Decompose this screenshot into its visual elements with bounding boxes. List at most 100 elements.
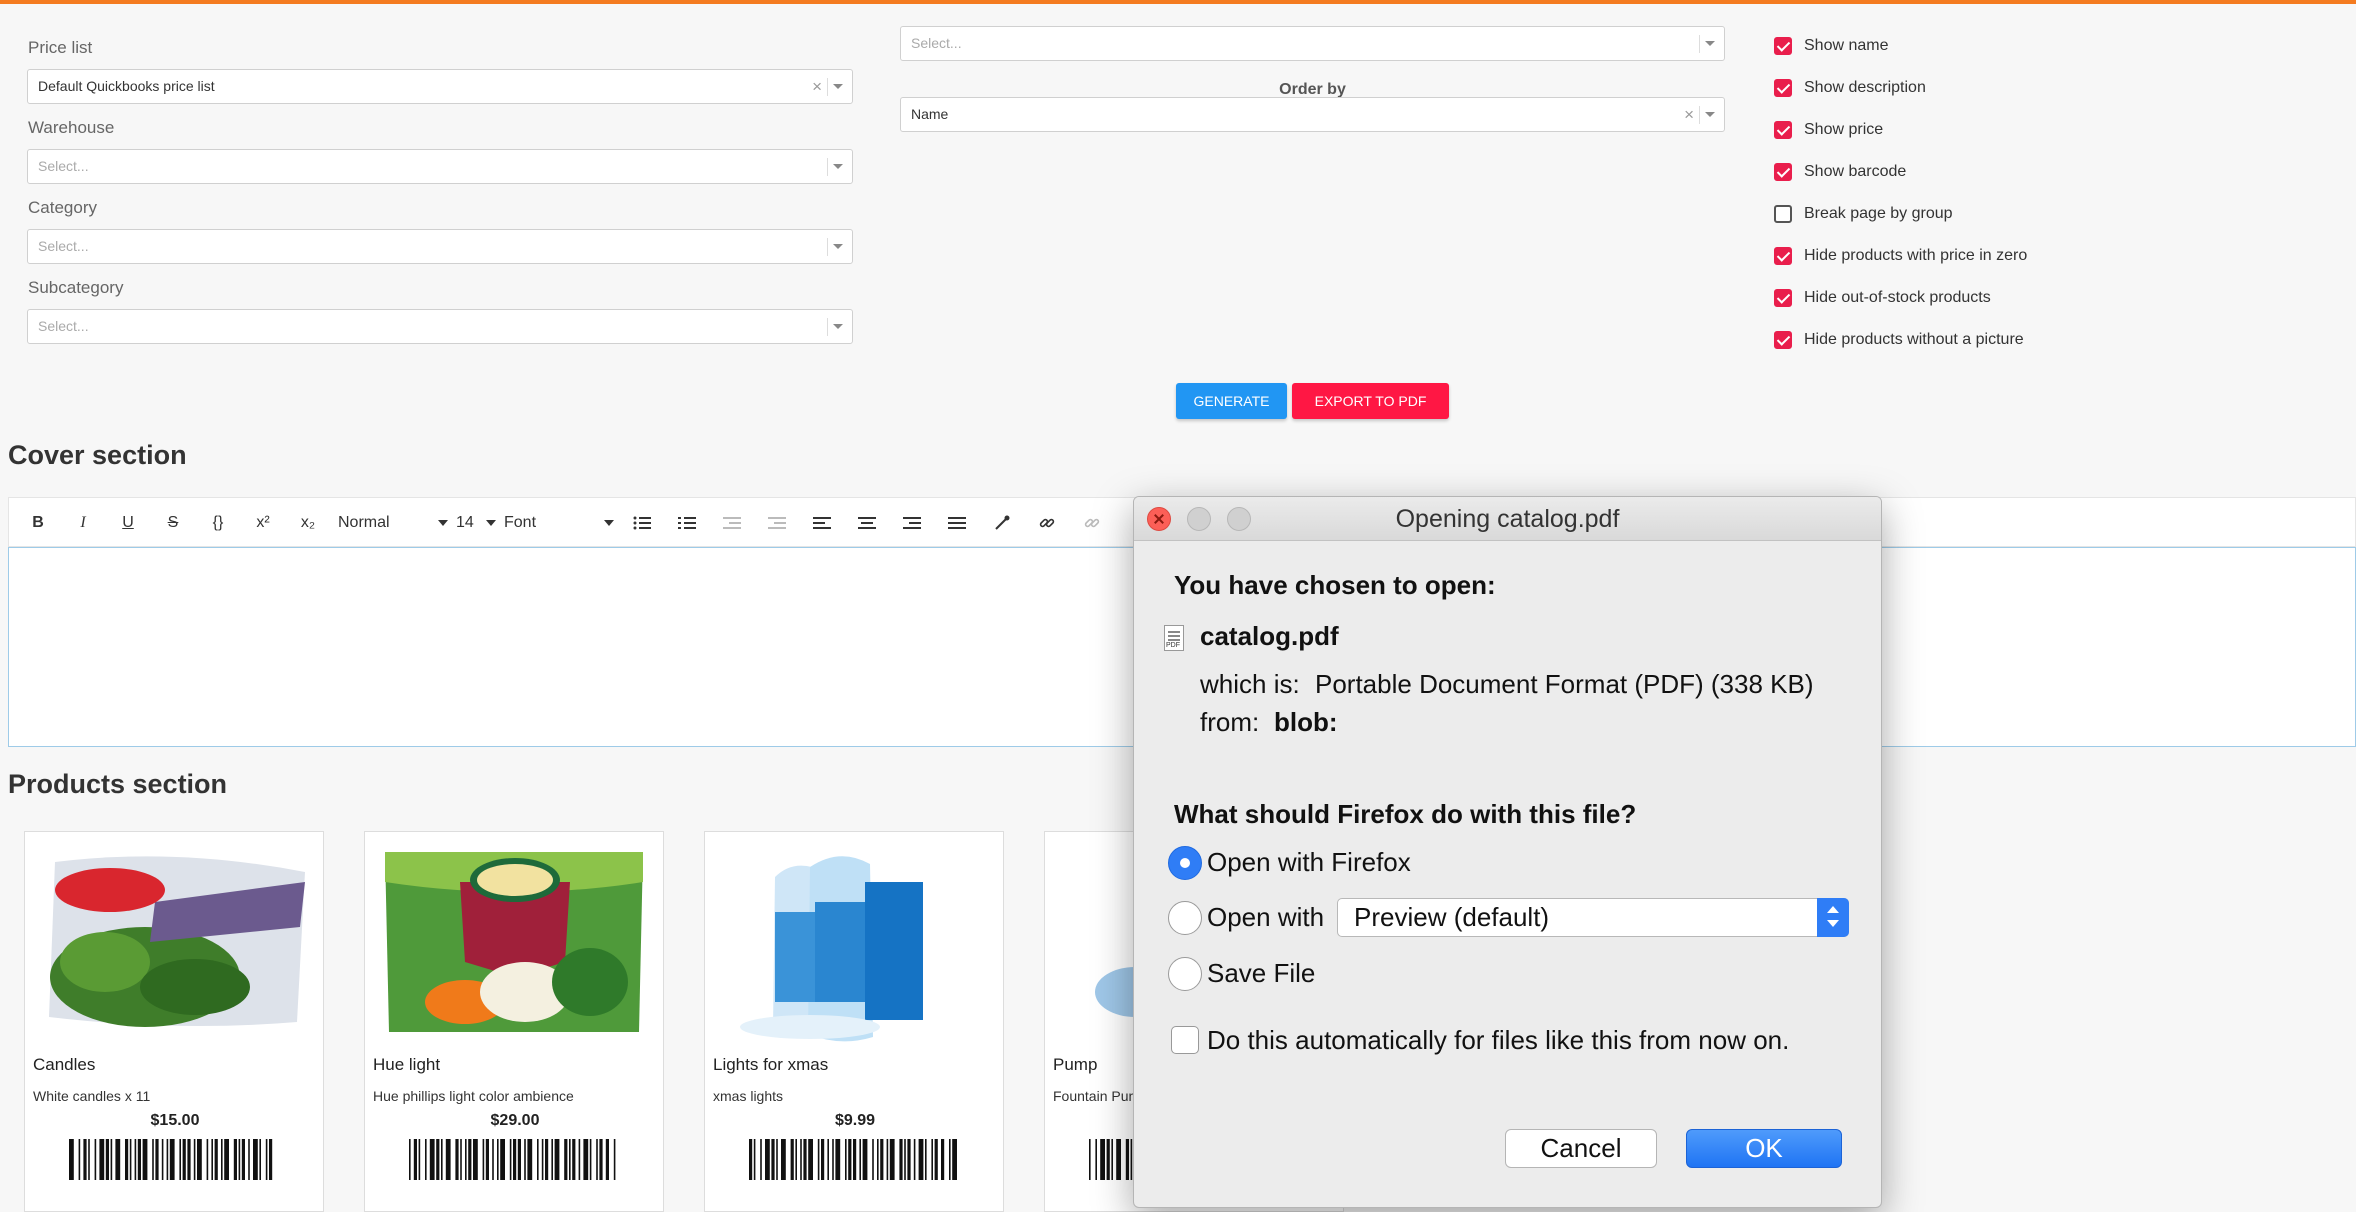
warehouse-select[interactable]: Select...: [27, 149, 853, 184]
save-file-radio[interactable]: [1168, 957, 1202, 991]
barcode-bar: [125, 1139, 129, 1180]
option-hide-no-picture[interactable]: Hide products without a picture: [1774, 329, 2024, 351]
option-label: Show price: [1804, 121, 1884, 138]
open-with-label[interactable]: Open with: [1207, 902, 1324, 933]
chevron-down-icon[interactable]: [833, 324, 843, 329]
checkbox-checked[interactable]: [1774, 163, 1792, 181]
bullet-list-icon[interactable]: [627, 510, 657, 536]
barcode-bar: [492, 1139, 494, 1180]
checkbox-unchecked[interactable]: [1774, 205, 1792, 223]
option-show-name[interactable]: Show name: [1774, 35, 1889, 57]
unlink-icon[interactable]: [1077, 510, 1107, 536]
barcode-bar: [578, 1139, 581, 1180]
auto-checkbox[interactable]: [1171, 1026, 1199, 1054]
chevron-down-icon[interactable]: [833, 164, 843, 169]
open-with-app-select[interactable]: Preview (default): [1337, 898, 1849, 937]
group-select[interactable]: Select...: [900, 26, 1725, 61]
subcategory-select[interactable]: Select...: [27, 309, 853, 344]
save-file-label[interactable]: Save File: [1207, 958, 1315, 989]
format-dropdown[interactable]: Normal: [338, 510, 448, 536]
underline-button[interactable]: U: [113, 510, 143, 536]
checkbox-checked[interactable]: [1774, 331, 1792, 349]
generate-button[interactable]: GENERATE: [1176, 383, 1287, 419]
product-name: Pump: [1053, 1055, 1098, 1074]
numbered-list-icon[interactable]: [672, 510, 702, 536]
barcode-bar: [913, 1139, 916, 1180]
chevron-down-icon[interactable]: [1705, 41, 1715, 46]
cancel-button[interactable]: Cancel: [1505, 1129, 1657, 1168]
barcode-bar: [482, 1139, 485, 1180]
link-icon[interactable]: [1032, 510, 1062, 536]
justify-icon[interactable]: [942, 510, 972, 536]
align-right-icon[interactable]: [897, 510, 927, 536]
align-center-icon[interactable]: [852, 510, 882, 536]
ok-button[interactable]: OK: [1686, 1129, 1842, 1168]
product-image: [375, 842, 653, 1042]
bold-button[interactable]: B: [23, 510, 53, 536]
barcode-bar: [206, 1139, 209, 1180]
chevron-down-icon[interactable]: [833, 244, 843, 249]
barcode-bar: [771, 1139, 775, 1180]
barcode-bar: [445, 1139, 451, 1180]
barcode-bar: [497, 1139, 499, 1180]
chevron-updown-icon[interactable]: [1817, 898, 1849, 937]
option-hide-out-of-stock[interactable]: Hide out-of-stock products: [1774, 287, 1991, 309]
subcategory-label: Subcategory: [28, 278, 124, 297]
price-list-select[interactable]: Default Quickbooks price list ×: [27, 69, 853, 104]
align-left-icon[interactable]: [807, 510, 837, 536]
product-description: xmas lights: [713, 1088, 784, 1104]
option-hide-zero-price[interactable]: Hide products with price in zero: [1774, 245, 2027, 267]
italic-button[interactable]: I: [68, 510, 98, 536]
chosen-heading: You have chosen to open:: [1174, 570, 1496, 600]
top-accent-bar: [0, 0, 2356, 4]
option-show-barcode[interactable]: Show barcode: [1774, 161, 1906, 183]
barcode-bar: [583, 1139, 589, 1180]
open-with-radio[interactable]: [1168, 901, 1202, 935]
warehouse-placeholder: Select...: [38, 158, 89, 174]
barcode-bar: [599, 1139, 603, 1180]
barcode-bar: [436, 1139, 440, 1180]
superscript-button[interactable]: x²: [248, 510, 278, 536]
barcode-bar: [941, 1139, 945, 1180]
barcode-bar: [949, 1139, 951, 1180]
clear-icon[interactable]: ×: [812, 70, 822, 103]
close-icon[interactable]: [1147, 507, 1171, 531]
option-show-price[interactable]: Show price: [1774, 119, 1883, 141]
checkbox-checked[interactable]: [1774, 247, 1792, 265]
checkbox-checked[interactable]: [1774, 289, 1792, 307]
option-label: Show barcode: [1804, 163, 1907, 180]
category-select[interactable]: Select...: [27, 229, 853, 264]
checkbox-checked[interactable]: [1774, 37, 1792, 55]
subscript-button[interactable]: x₂: [293, 510, 323, 536]
checkbox-checked[interactable]: [1774, 79, 1792, 97]
chevron-down-icon[interactable]: [1705, 112, 1715, 117]
checkbox-checked[interactable]: [1774, 121, 1792, 139]
outdent-icon[interactable]: [717, 510, 747, 536]
barcode-bar: [99, 1139, 105, 1180]
option-show-description[interactable]: Show description: [1774, 77, 1926, 99]
open-with-firefox-radio[interactable]: [1168, 846, 1202, 880]
indent-icon[interactable]: [762, 510, 792, 536]
color-picker-icon[interactable]: [987, 510, 1017, 536]
export-pdf-button[interactable]: EXPORT TO PDF: [1292, 383, 1449, 419]
barcode-bar: [425, 1139, 427, 1180]
order-by-select[interactable]: Name ×: [900, 97, 1725, 132]
select-separator: [1699, 106, 1700, 124]
strike-button[interactable]: S: [158, 510, 188, 536]
chevron-down-icon[interactable]: [833, 84, 843, 89]
format-value: Normal: [338, 514, 390, 531]
auto-label[interactable]: Do this automatically for files like thi…: [1207, 1025, 1789, 1056]
size-dropdown[interactable]: 14: [456, 510, 496, 536]
option-break-page[interactable]: Break page by group: [1774, 203, 1953, 225]
barcode-bar: [152, 1139, 154, 1180]
open-with-firefox-label[interactable]: Open with Firefox: [1207, 847, 1411, 878]
barcode-bar: [441, 1139, 443, 1180]
code-button[interactable]: {}: [203, 510, 233, 536]
option-label: Show name: [1804, 37, 1889, 54]
clear-icon[interactable]: ×: [1684, 98, 1694, 131]
product-image: [715, 842, 993, 1042]
barcode-bar: [224, 1139, 229, 1180]
price-list-value: Default Quickbooks price list: [38, 78, 215, 94]
font-dropdown[interactable]: Font: [504, 510, 614, 536]
barcode-bar: [137, 1139, 141, 1180]
